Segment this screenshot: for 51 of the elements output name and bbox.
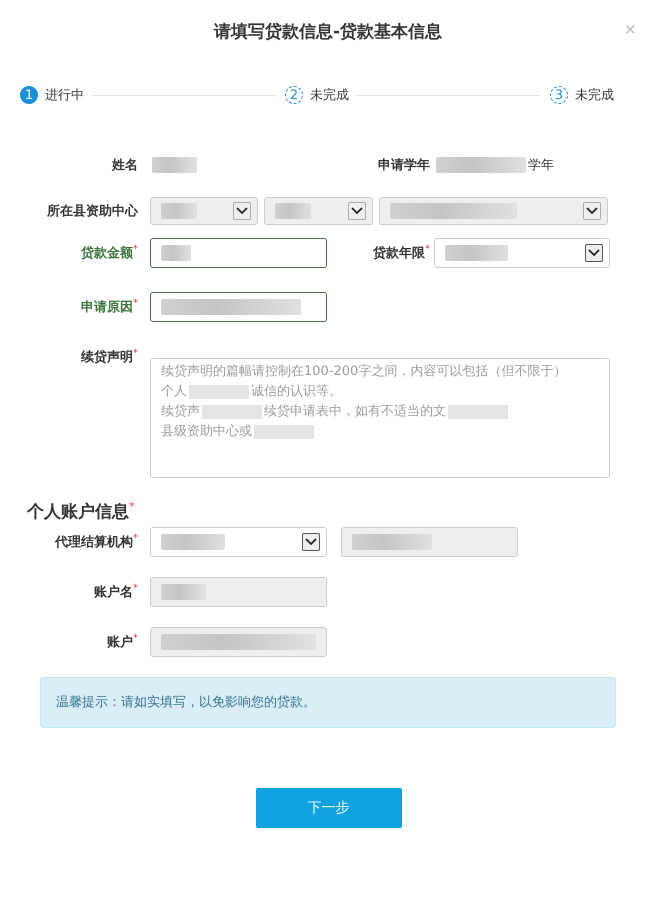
placeholder-text: 个人 [161,383,187,401]
required-mark: * [133,244,138,255]
placeholder-text: 诚信的认识等。 [251,383,342,401]
caret-icon [348,202,366,220]
field-label: 账户名 [94,585,133,600]
step-label: 未完成 [310,87,349,104]
caret-icon [585,244,603,262]
field-label: 申请原因 [81,300,133,315]
blurred-value [152,157,197,173]
value-text: 学年 [528,157,554,174]
caret-icon [583,202,601,220]
field-label: 续贷声明 [81,350,133,365]
step-label: 进行中 [45,87,84,104]
next-button[interactable]: 下一步 [256,788,402,828]
field-label: 所在县资助中心 [47,204,138,219]
required-mark: * [133,533,138,544]
caret-icon [302,533,320,551]
notice-alert: 温馨提示：请如实填写，以免影响您的贷款。 [40,677,616,728]
blurred-value [202,405,262,419]
input-field[interactable] [150,292,327,322]
required-mark: * [133,633,138,644]
input-field[interactable] [150,238,327,268]
placeholder-text: 续贷声明的篇幅请控制在100-200字之间，内容可以包括（但不限于） [161,363,566,381]
step-number: 1 [20,86,38,104]
blurred-value [448,405,508,419]
field-label: 贷款年限 [373,246,425,261]
required-mark: * [425,244,430,255]
field-label: 代理结算机构 [55,535,133,550]
dropdown[interactable] [150,527,327,557]
placeholder-text: 续贷声 [161,403,200,421]
dropdown[interactable] [434,238,610,268]
blurred-value [254,425,314,439]
step-label: 未完成 [575,87,614,104]
blurred-value [189,385,249,399]
step-number: 3 [550,86,568,104]
text-area[interactable]: 续贷声明的篇幅请控制在100-200字之间，内容可以包括（但不限于） 个人 诚信的认识等。 续贷声 续贷申请表中，如有不适当的文 县级资助中心或 [150,358,610,478]
placeholder-text: 县级资助中心或 [161,423,252,441]
dialog-title: 请填写贷款信息-贷款基本信息 [214,22,442,42]
field-label: 账户 [107,635,133,650]
field-label: 申请学年 [378,158,430,173]
required-mark: * [133,583,138,594]
close-button[interactable]: × [624,20,636,40]
step-number: 2 [285,86,303,104]
field-label: 贷款金额 [81,246,133,261]
required-mark: * [133,298,138,309]
section-title: 个人账户信息 [27,502,129,522]
required-mark: * [129,500,134,513]
required-mark: * [133,348,138,359]
placeholder-text: 续贷申请表中，如有不适当的文 [264,403,446,421]
field-label: 姓名 [112,158,138,173]
caret-icon [233,202,251,220]
